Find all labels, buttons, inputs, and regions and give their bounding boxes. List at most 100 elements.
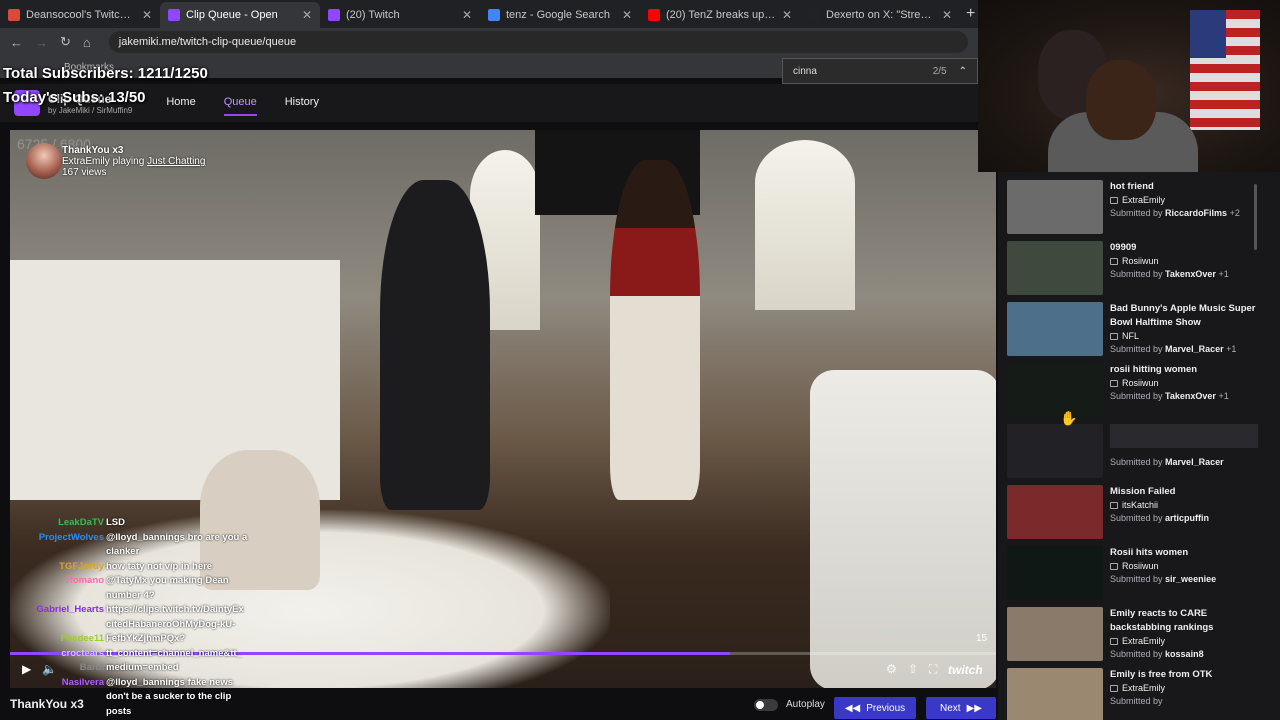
nav-history[interactable]: History bbox=[285, 90, 319, 116]
fast-forward-icon: ▶▶ bbox=[966, 702, 982, 714]
share-icon[interactable]: ⇧ bbox=[908, 662, 918, 676]
chat-bubble-icon bbox=[1110, 380, 1118, 387]
browser-tab[interactable]: Clip Queue - Open ✕ bbox=[160, 2, 320, 28]
queue-item-submitter: Submitted by Marvel_Racer +1 bbox=[1110, 343, 1269, 356]
tab-label: Deansocool's Twitch Statistics bbox=[26, 9, 136, 21]
chat-username[interactable]: Romano bbox=[8, 574, 106, 589]
chat-username[interactable] bbox=[8, 545, 106, 560]
submitter-extra: +1 bbox=[1218, 269, 1229, 279]
chat-username[interactable]: ProjectWolves bbox=[8, 531, 106, 546]
author-1[interactable]: JakeMiki bbox=[59, 106, 90, 115]
next-button[interactable]: Next ▶▶ bbox=[926, 697, 996, 719]
autoplay-toggle[interactable] bbox=[754, 699, 778, 711]
queue-item[interactable]: Emily is free from OTK ExtraEmily Submitte… bbox=[1007, 668, 1269, 720]
browser-tab[interactable]: Deansocool's Twitch Statistics ✕ bbox=[0, 2, 160, 28]
find-input[interactable]: cinna bbox=[793, 66, 817, 77]
queue-thumbnail[interactable] bbox=[1007, 363, 1103, 417]
tab-close-icon[interactable]: ✕ bbox=[782, 8, 792, 22]
queue-item[interactable]: Bad Bunny's Apple Music Super Bowl Halft… bbox=[1007, 302, 1269, 358]
forward-icon[interactable]: → bbox=[35, 35, 48, 50]
twitch-logo-icon[interactable]: twitch bbox=[948, 663, 983, 677]
tab-close-icon[interactable]: ✕ bbox=[622, 8, 632, 22]
clip-info-category[interactable]: Just Chatting bbox=[147, 156, 205, 167]
queue-item-text: Rosii hits women Rosiiwun Submitted by sir… bbox=[1110, 546, 1216, 602]
chat-username[interactable] bbox=[8, 618, 106, 633]
chat-username[interactable] bbox=[8, 690, 106, 705]
chat-username[interactable] bbox=[8, 705, 106, 720]
settings-gear-icon[interactable]: ⚙ bbox=[886, 662, 897, 676]
queue-thumbnail[interactable] bbox=[1007, 424, 1103, 478]
find-prev-icon[interactable]: ⌃ bbox=[959, 66, 967, 77]
chat-message: posts bbox=[8, 705, 268, 720]
submitted-label: Submitted by bbox=[1110, 391, 1163, 401]
browser-tab[interactable]: Dexerto on X: "Streamers Kyeda ✕ bbox=[800, 2, 960, 28]
clip-info-views: 167 views bbox=[62, 167, 107, 178]
clip-info-channel[interactable]: ExtraEmily bbox=[62, 156, 110, 167]
tab-close-icon[interactable]: ✕ bbox=[142, 8, 152, 22]
queue-item-text: hot friend ExtraEmily Submitted by Riccard… bbox=[1110, 180, 1240, 236]
chat-text: citedHabaneroOhMyDog-kU- bbox=[106, 618, 236, 630]
total-subs-overlay: Total Subscribers: 1211/1250 bbox=[3, 65, 208, 82]
find-bar[interactable]: cinna 2/5 ⌃ bbox=[782, 58, 978, 84]
browser-tab[interactable]: tenz - Google Search ✕ bbox=[480, 2, 640, 28]
chat-username[interactable]: Gabriel_Hearts bbox=[8, 603, 106, 618]
reload-icon[interactable]: ↻ bbox=[60, 34, 71, 50]
chat-username[interactable]: Bardi bbox=[8, 661, 106, 676]
author-2[interactable]: SirMuffin9 bbox=[96, 106, 132, 115]
queue-thumbnail[interactable] bbox=[1007, 180, 1103, 234]
chat-username[interactable]: TGFJordy bbox=[8, 560, 106, 575]
queue-item[interactable]: Emily reacts to CARE backstabbing rankin… bbox=[1007, 607, 1269, 663]
url-input[interactable]: jakemiki.me/twitch-clip-queue/queue bbox=[108, 31, 968, 53]
queue-item-channel: Rosiiwun bbox=[1122, 561, 1159, 571]
chat-text: @TatyMx you making Dean bbox=[106, 575, 229, 586]
queue-item[interactable]: Rosii hits women Rosiiwun Submitted by sir… bbox=[1007, 546, 1269, 602]
tab-close-icon[interactable]: ✕ bbox=[302, 8, 312, 22]
previous-button[interactable]: ◀◀ Previous bbox=[834, 697, 916, 719]
clip-progress-track[interactable] bbox=[730, 652, 996, 655]
tab-close-icon[interactable]: ✕ bbox=[942, 8, 952, 22]
queue-thumbnail[interactable] bbox=[1007, 668, 1103, 720]
queue-thumbnail[interactable] bbox=[1007, 302, 1103, 356]
tab-close-icon[interactable]: ✕ bbox=[462, 8, 472, 22]
clip-info: ThankYou x3 ExtraEmily playing Just Chat… bbox=[62, 145, 205, 178]
submitter-name: sir_weeniee bbox=[1165, 574, 1217, 584]
browser-tab[interactable]: (20) TenZ breaks up with Kyeda ✕ bbox=[640, 2, 800, 28]
chat-username[interactable] bbox=[8, 589, 106, 604]
browser-tab[interactable]: (20) Twitch ✕ bbox=[320, 2, 480, 28]
queue-thumbnail[interactable] bbox=[1007, 241, 1103, 295]
queue-thumbnail[interactable] bbox=[1007, 607, 1103, 661]
chat-username[interactable]: Nasilvera bbox=[8, 676, 106, 691]
queue-item[interactable]: Submitted by Marvel_Racer bbox=[1007, 424, 1269, 480]
queue-thumbnail[interactable] bbox=[1007, 546, 1103, 600]
queue-item[interactable]: Mission Failed itsKatchii Submitted by art… bbox=[1007, 485, 1269, 541]
queue-item-title: Emily is free from OTK bbox=[1110, 669, 1213, 680]
chat-bubble-icon bbox=[1110, 258, 1118, 265]
home-icon[interactable]: ⌂ bbox=[83, 35, 91, 50]
nav-home[interactable]: Home bbox=[166, 90, 195, 116]
chat-bubble-icon bbox=[1110, 502, 1118, 509]
new-tab-icon[interactable]: + bbox=[966, 5, 975, 23]
queue-item[interactable]: rosii hitting women Rosiiwun Submitted by … bbox=[1007, 363, 1269, 419]
chat-text: don't be a sucker to the clip bbox=[106, 691, 232, 702]
find-count: 2/5 bbox=[932, 65, 947, 77]
queue-item[interactable]: hot friend ExtraEmily Submitted by Riccard… bbox=[1007, 180, 1269, 236]
queue-thumbnail[interactable] bbox=[1007, 485, 1103, 539]
chat-message: croctears tt_content=channel_name&tt_ bbox=[8, 647, 268, 662]
submitted-label: Submitted by bbox=[1110, 649, 1163, 659]
chat-username[interactable]: LeakDaTV bbox=[8, 516, 106, 531]
chat-text: how taty not vip in here bbox=[106, 560, 213, 572]
chat-username[interactable]: Peedee11 bbox=[8, 632, 106, 647]
channel-avatar[interactable] bbox=[26, 143, 62, 179]
chat-message: Nasilvera @lloyd_bannings fake news bbox=[8, 676, 268, 691]
submitter-extra: +2 bbox=[1229, 208, 1240, 218]
nav-queue[interactable]: Queue bbox=[223, 90, 257, 116]
queue-scrollbar[interactable] bbox=[1254, 184, 1257, 250]
fullscreen-icon[interactable]: ⛶ bbox=[929, 662, 937, 677]
chat-text: @lloyd_bannings bro are you a bbox=[106, 531, 248, 543]
url-text: jakemiki.me/twitch-clip-queue/queue bbox=[118, 36, 297, 48]
nav-links: Home Queue History bbox=[166, 90, 319, 116]
chat-username[interactable]: croctears bbox=[8, 647, 106, 662]
back-icon[interactable]: ← bbox=[10, 35, 23, 50]
queue-item-channel: NFL bbox=[1122, 331, 1140, 341]
queue-item[interactable]: 09909 Rosiiwun Submitted by TakenxOver +1 bbox=[1007, 241, 1269, 297]
